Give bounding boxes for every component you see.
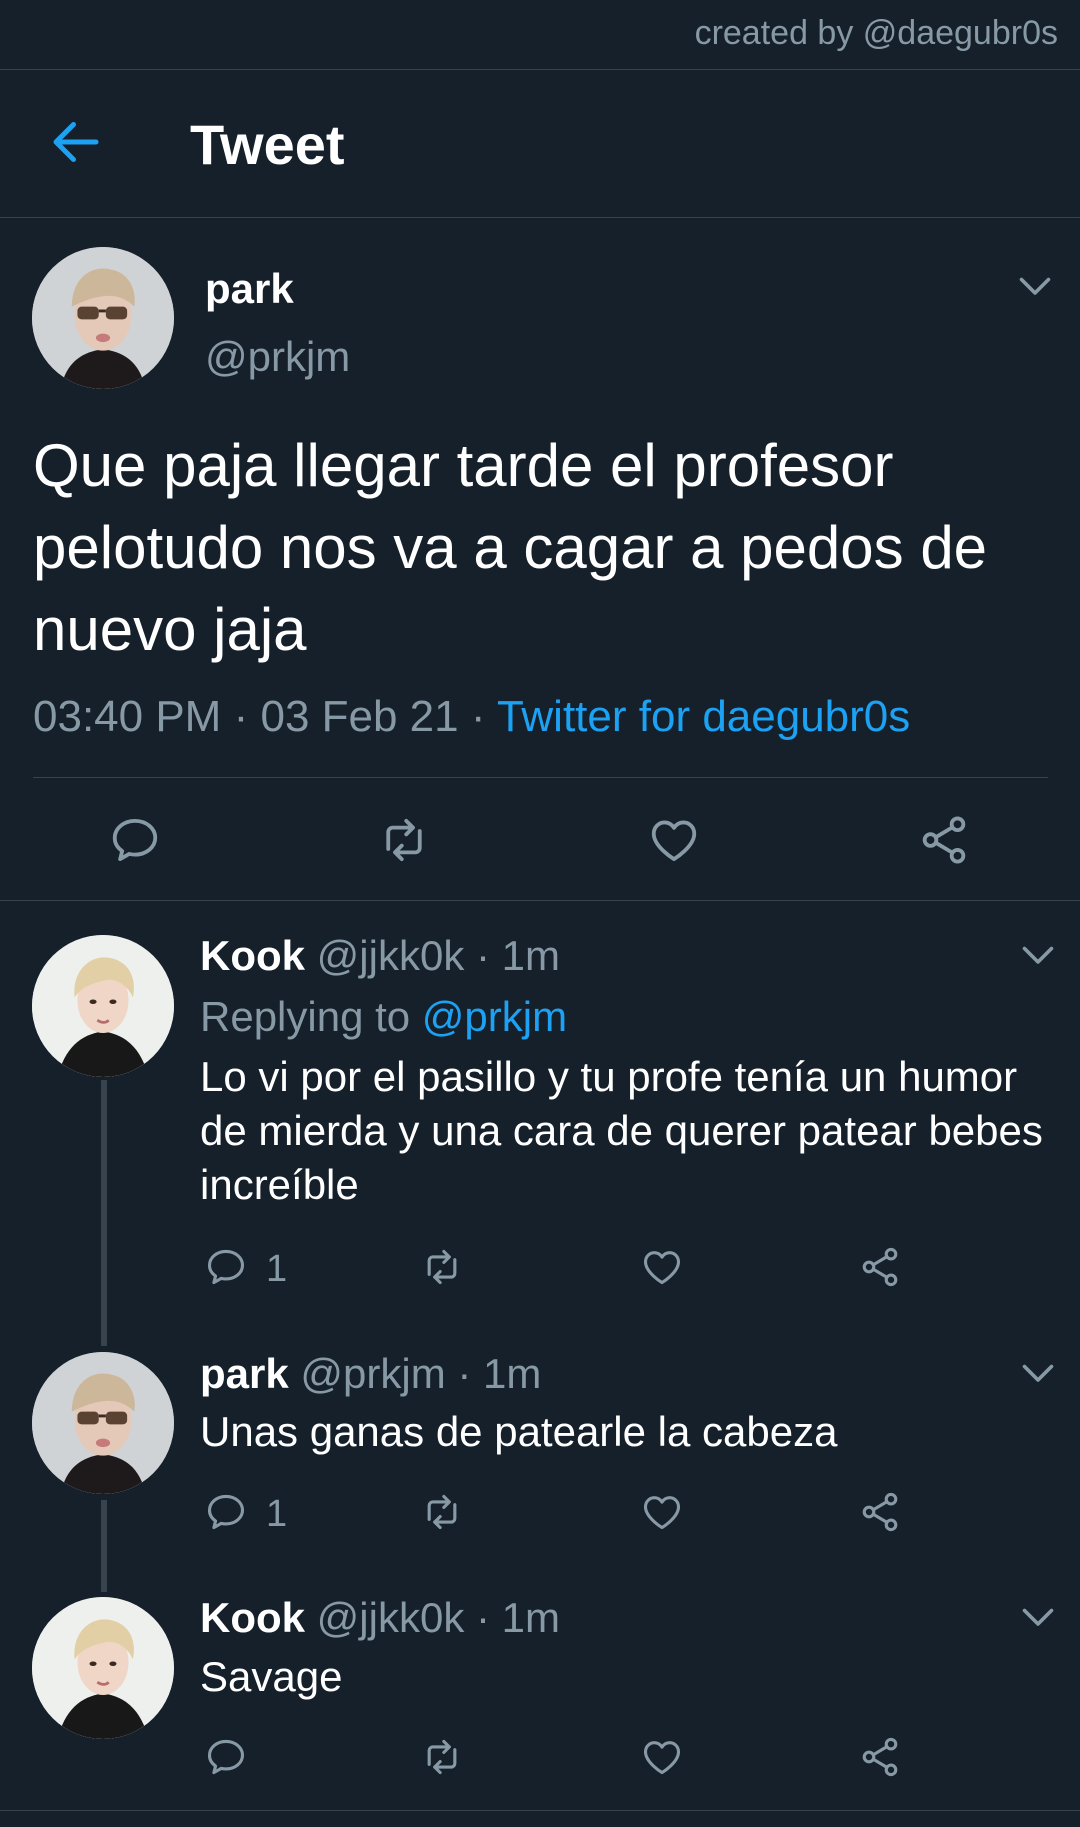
tweet-options-button[interactable] [1020,1362,1056,1386]
share-button[interactable] [858,1245,902,1289]
reply-time: 1m [501,1594,561,1641]
retweet-button[interactable] [420,1245,464,1289]
replying-to-label: Replying to [200,993,411,1040]
back-button[interactable] [46,112,106,172]
author-handle[interactable]: @prkjm [300,1350,445,1397]
reply-count: 1 [266,1248,288,1290]
page-title: Tweet [190,113,345,176]
reply-icon [204,1245,248,1289]
share-icon [858,1245,902,1289]
tweet-time: 03:40 PM [33,692,222,741]
share-button[interactable] [858,1735,902,1779]
author-name[interactable]: Kook [200,932,305,979]
avatar[interactable] [32,1352,174,1494]
replying-to-handle-link[interactable]: @prkjm [422,993,567,1040]
share-icon [858,1735,902,1779]
tweet-options-button[interactable] [1017,275,1053,299]
meta-separator: · [476,1594,490,1641]
author-name[interactable]: Kook [200,1594,305,1641]
reply-header: Kook @jjkk0k · 1m [200,1594,560,1642]
thread-connector [101,1500,107,1592]
tweet-source-link[interactable]: Twitter for daegubr0s [497,692,910,741]
share-icon [917,813,971,867]
reply-header: Kook @jjkk0k · 1m [200,932,560,980]
avatar[interactable] [32,935,174,1077]
retweet-icon [420,1735,464,1779]
chevron-down-icon [1017,275,1053,299]
reply-icon [108,813,162,867]
reply-icon [204,1735,248,1779]
reply-text: Savage [200,1653,343,1700]
retweet-icon [420,1245,464,1289]
credit-text: created by @daegubr0s [694,14,1058,52]
share-button[interactable] [858,1490,902,1534]
avatar[interactable] [32,247,174,389]
divider [0,1810,1080,1811]
reply-count: 1 [266,1493,288,1535]
author-name[interactable]: park [205,265,294,313]
retweet-icon [420,1490,464,1534]
like-button[interactable] [640,1245,684,1289]
like-button[interactable] [640,1735,684,1779]
reply-button[interactable] [108,813,162,867]
author-handle[interactable]: @jjkk0k [317,932,465,979]
meta-separator: · [233,692,249,741]
meta-separator: · [457,1350,472,1397]
tweet-options-button[interactable] [1020,944,1056,968]
credit-bar: created by @daegubr0s [0,0,1080,70]
reply-time: 1m [483,1350,542,1397]
divider [0,900,1080,901]
reply-text: Lo vi por el pasillo y tu profe tenía un… [200,1053,1043,1208]
like-icon [640,1735,684,1779]
thread-connector [101,1080,107,1346]
tweet-text: Que paja llegar tarde el profesor pelotu… [33,432,988,663]
author-name[interactable]: park [200,1350,289,1397]
share-button[interactable] [917,813,971,867]
chevron-down-icon [1020,1606,1056,1630]
tweet-date: 03 Feb 21 [260,692,459,741]
retweet-button[interactable] [420,1735,464,1779]
retweet-button[interactable] [420,1490,464,1534]
like-button[interactable] [640,1490,684,1534]
tweet-meta: 03:40 PM · 03 Feb 21 · Twitter for daegu… [33,692,910,742]
like-icon [640,1490,684,1534]
retweet-icon [377,813,431,867]
author-handle[interactable]: @jjkk0k [317,1594,465,1641]
meta-separator: · [476,932,490,979]
replying-to: Replying to @prkjm [200,993,567,1041]
like-button[interactable] [647,813,701,867]
author-handle[interactable]: @prkjm [205,333,350,381]
reply-icon [204,1490,248,1534]
like-icon [647,813,701,867]
tweet-options-button[interactable] [1020,1606,1056,1630]
reply-button[interactable] [204,1245,248,1289]
divider [33,777,1048,778]
share-icon [858,1490,902,1534]
like-icon [640,1245,684,1289]
back-arrow-icon [53,122,99,162]
reply-text: Unas ganas de patearle la cabeza [200,1408,838,1455]
avatar[interactable] [32,1597,174,1739]
chevron-down-icon [1020,1362,1056,1386]
reply-button[interactable] [204,1490,248,1534]
chevron-down-icon [1020,944,1056,968]
meta-separator: · [470,692,486,741]
reply-time: 1m [501,932,561,979]
reply-header: park @prkjm · 1m [200,1350,541,1398]
top-app-bar: Tweet [0,70,1080,218]
reply-button[interactable] [204,1735,248,1779]
retweet-button[interactable] [377,813,431,867]
